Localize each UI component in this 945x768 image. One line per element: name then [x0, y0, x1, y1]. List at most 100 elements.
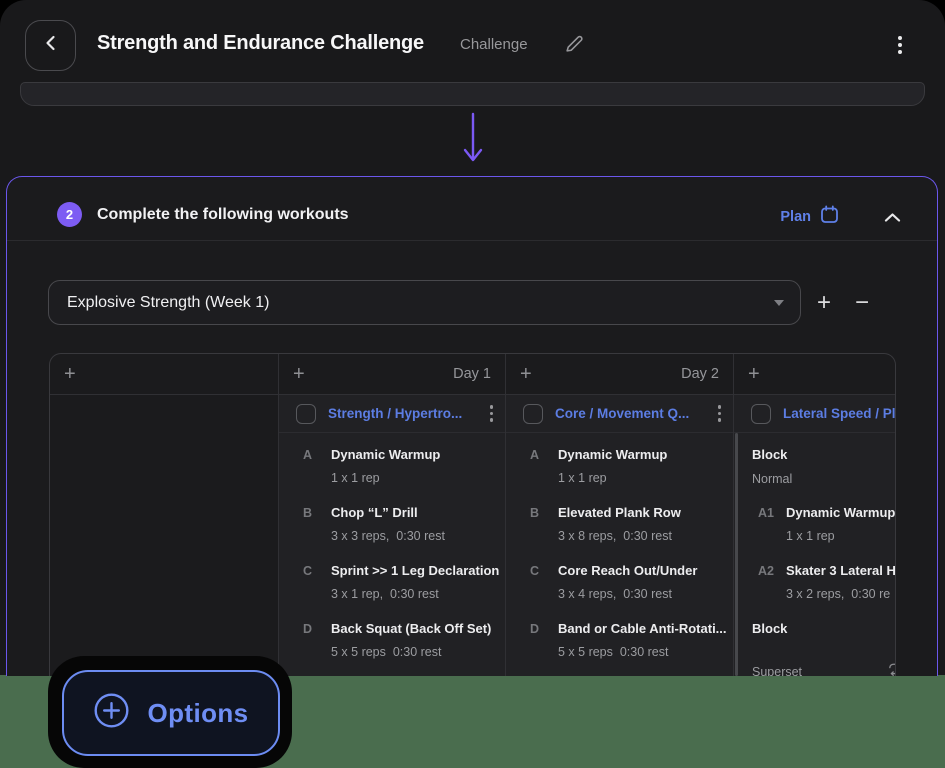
block-row: Block Superset: [752, 620, 896, 676]
exercise-detail: 5 x 5 reps 0:30 rest: [558, 643, 727, 661]
chevron-left-icon: [42, 34, 60, 57]
workout-card[interactable]: Strength / Hypertro... A Dynamic Warmup …: [279, 395, 505, 676]
exercise-letter: D: [303, 620, 331, 638]
exercise-name: Elevated Plank Row: [558, 504, 727, 522]
exercise-letter: A: [530, 446, 558, 464]
add-workout-button[interactable]: +: [520, 364, 532, 384]
board-column-day2: Core / Movement Q... A Dynamic Warmup 1 …: [505, 395, 733, 676]
exercise-letter: A2: [758, 562, 786, 580]
workout-checkbox[interactable]: [296, 404, 316, 424]
block-detail-text: Superset: [752, 663, 802, 677]
step-card: 2 Complete the following workouts Plan E…: [6, 176, 938, 676]
exercise-row: D Band or Cable Anti-Rotati... 5 x 5 rep…: [524, 620, 727, 661]
block-detail: Superset: [752, 644, 896, 676]
exercise-row: B Elevated Plank Row 3 x 8 reps, 0:30 re…: [524, 504, 727, 545]
screenshot-canvas: Strength and Endurance Challenge Challen…: [0, 0, 945, 768]
board-header-row: + + Day 1 + Day 2 +: [50, 354, 895, 395]
workout-card[interactable]: Lateral Speed / Ply Block Normal A1 Dyna…: [734, 395, 896, 676]
block-row: Block Normal: [752, 446, 896, 488]
flow-down-arrow-icon: [458, 112, 488, 169]
app-panel: Strength and Endurance Challenge Challen…: [0, 0, 945, 675]
workout-title-link[interactable]: Core / Movement Q...: [555, 406, 706, 421]
exercise-name: Skater 3 Lateral Ho: [786, 562, 896, 580]
back-button[interactable]: [25, 20, 76, 71]
board-column-empty: [50, 395, 278, 676]
exercise-detail: 1 x 1 rep: [786, 527, 896, 545]
options-button-label: Options: [147, 698, 248, 729]
exercise-name: Chop “L” Drill: [331, 504, 499, 522]
exercise-row: A Dynamic Warmup 1 x 1 rep: [524, 446, 727, 487]
add-workout-button[interactable]: +: [64, 364, 76, 384]
add-workout-button[interactable]: +: [293, 364, 305, 384]
add-workout-button[interactable]: +: [748, 364, 760, 384]
exercise-detail: 3 x 4 reps, 0:30 rest: [558, 585, 727, 603]
plus-circle-icon: [93, 692, 130, 734]
exercise-detail: 5 x 5 reps 0:30 rest: [331, 643, 499, 661]
options-button[interactable]: Options: [62, 670, 280, 756]
exercise-letter: B: [530, 504, 558, 522]
workout-checkbox[interactable]: [523, 404, 543, 424]
exercise-name: Dynamic Warmup: [331, 446, 499, 464]
exercise-detail: 3 x 3 reps, 0:30 rest: [331, 527, 499, 545]
board-header-cell: + Day 2: [505, 354, 733, 394]
exercise-letter: C: [530, 562, 558, 580]
day-label: Day 2: [681, 366, 719, 382]
exercise-letter: A1: [758, 504, 786, 522]
exercise-letter: B: [303, 504, 331, 522]
block-name: Block: [752, 446, 896, 464]
chevron-down-icon: [774, 300, 784, 306]
exercise-detail: 1 x 1 rep: [331, 469, 499, 487]
page-title: Strength and Endurance Challenge: [97, 32, 424, 55]
chevron-up-icon: [884, 210, 901, 227]
edit-pencil-icon[interactable]: [564, 33, 585, 59]
exercise-detail: 1 x 1 rep: [558, 469, 727, 487]
exercise-name: Back Squat (Back Off Set): [331, 620, 499, 638]
plan-button[interactable]: Plan: [780, 205, 839, 229]
exercise-name: Band or Cable Anti-Rotati...: [558, 620, 727, 638]
exercise-row: C Core Reach Out/Under 3 x 4 reps, 0:30 …: [524, 562, 727, 603]
page-type-label: Challenge: [460, 36, 528, 53]
exercise-row: C Sprint >> 1 Leg Declarations 3 x 1 rep…: [297, 562, 499, 603]
board-column-day1: Strength / Hypertro... A Dynamic Warmup …: [278, 395, 505, 676]
workout-checkbox[interactable]: [751, 404, 771, 424]
workout-board: + + Day 1 + Day 2 +: [49, 353, 896, 676]
exercise-letter: C: [303, 562, 331, 580]
exercise-name: Sprint >> 1 Leg Declarations: [331, 562, 499, 580]
exercise-name: Dynamic Warmup: [558, 446, 727, 464]
workout-title-link[interactable]: Strength / Hypertro...: [328, 406, 478, 421]
exercise-letter: A: [303, 446, 331, 464]
exercise-detail: 3 x 1 rep, 0:30 rest: [331, 585, 499, 603]
calendar-icon: [820, 205, 839, 229]
block-detail: Normal: [752, 470, 896, 488]
step-title: Complete the following workouts: [97, 206, 349, 224]
board-header-cell: +: [50, 354, 278, 394]
exercise-row: B Chop “L” Drill 3 x 3 reps, 0:30 rest: [297, 504, 499, 545]
board-header-cell: + Day 1: [278, 354, 505, 394]
exercise-row: D Back Squat (Back Off Set) 5 x 5 reps 0…: [297, 620, 499, 661]
board-body: Strength / Hypertro... A Dynamic Warmup …: [50, 395, 895, 676]
step-number-badge: 2: [57, 202, 82, 227]
collapsed-step-card[interactable]: [20, 82, 925, 106]
collapse-section-button[interactable]: [882, 208, 903, 230]
superset-repeat-icon: [811, 644, 896, 676]
add-week-button[interactable]: +: [817, 291, 831, 315]
exercise-name: Core Reach Out/Under: [558, 562, 727, 580]
exercise-detail: 3 x 8 reps, 0:30 rest: [558, 527, 727, 545]
scroll-indicator[interactable]: [735, 433, 738, 676]
exercise-row: A Dynamic Warmup 1 x 1 rep: [297, 446, 499, 487]
workout-card[interactable]: Core / Movement Q... A Dynamic Warmup 1 …: [506, 395, 733, 676]
board-header-cell: +: [733, 354, 895, 394]
workout-menu-icon[interactable]: [718, 405, 722, 422]
exercise-detail: 3 x 2 reps, 0:30 re: [786, 585, 896, 603]
workout-menu-icon[interactable]: [490, 405, 494, 422]
block-name: Block: [752, 620, 896, 638]
overflow-menu-icon[interactable]: [896, 34, 904, 56]
workout-title-link[interactable]: Lateral Speed / Ply: [783, 406, 896, 421]
board-column-day3: Lateral Speed / Ply Block Normal A1 Dyna…: [733, 395, 895, 676]
exercise-name: Dynamic Warmup: [786, 504, 896, 522]
program-select-value: Explosive Strength (Week 1): [67, 294, 774, 312]
exercise-row: A2 Skater 3 Lateral Ho 3 x 2 reps, 0:30 …: [752, 562, 896, 603]
remove-week-button[interactable]: −: [855, 291, 869, 315]
plan-label: Plan: [780, 209, 811, 225]
program-select[interactable]: Explosive Strength (Week 1): [48, 280, 801, 325]
